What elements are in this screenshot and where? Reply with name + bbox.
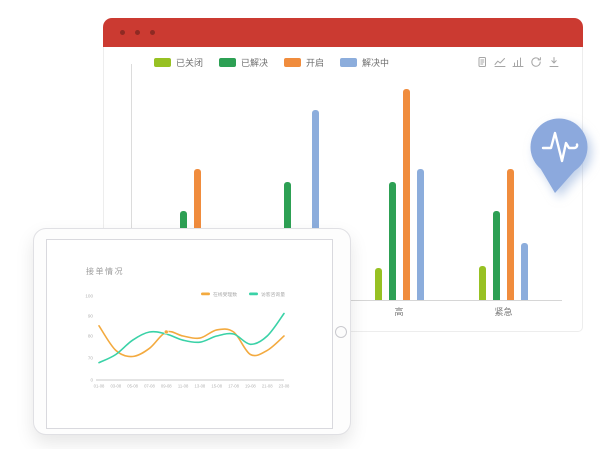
tablet-x-tick-label: 15-08 (211, 384, 222, 389)
line-marker-dot[interactable] (164, 330, 168, 334)
tablet-device: 接单情况在线受理数 访客咨询量 100 90 80 70 001-08 03-08 05-08 0… (33, 228, 351, 435)
home-button-icon[interactable] (335, 326, 347, 338)
bar-开启-高[interactable] (403, 89, 410, 300)
tablet-x-tick-label: 07-08 (144, 384, 155, 389)
tablet-legend-swatch[interactable] (249, 293, 258, 296)
x-axis-category-label: 高 (379, 305, 419, 318)
window-titlebar[interactable] (103, 18, 583, 47)
tablet-x-tick-label: 23-08 (279, 384, 290, 389)
pin-shape (531, 119, 588, 194)
window-dot-3[interactable] (150, 30, 155, 35)
tablet-y-tick-label: 100 (85, 294, 93, 299)
tablet-x-tick-label: 03-08 (110, 384, 121, 389)
window-dot-1[interactable] (120, 30, 125, 35)
tablet-x-tick-label: 05-08 (127, 384, 138, 389)
tablet-screen: 接单情况在线受理数 访客咨询量 100 90 80 70 001-08 03-08 05-08 0… (46, 239, 333, 429)
tablet-x-tick-label: 13-08 (195, 384, 206, 389)
bar-开启-紧急[interactable] (507, 169, 514, 300)
tablet-x-tick-label: 11-08 (178, 384, 189, 389)
tablet-y-tick-label: 0 (90, 378, 93, 383)
window-dot-2[interactable] (135, 30, 140, 35)
tablet-y-tick-label: 70 (88, 356, 94, 361)
bar-已解决-高[interactable] (389, 182, 396, 300)
tablet-chart-svg: 接单情况在线受理数 访客咨询量 100 90 80 70 001-08 03-08 05-08 0… (47, 240, 332, 428)
tablet-chart-title: 接单情况 (86, 266, 124, 276)
bar-已关闭-紧急[interactable] (479, 266, 486, 300)
tablet-x-tick-label: 21-08 (262, 384, 273, 389)
tablet-x-tick-label: 09-08 (161, 384, 172, 389)
bar-解决中-高[interactable] (417, 169, 424, 300)
tablet-y-tick-label: 80 (88, 334, 94, 339)
tablet-legend-label[interactable]: 访客咨询量 (261, 291, 285, 298)
tablet-legend-swatch[interactable] (201, 293, 210, 296)
tablet-x-tick-label: 01-08 (94, 384, 105, 389)
tablet-legend-label[interactable]: 在线受理数 (213, 291, 237, 298)
tablet-x-tick-label: 17-08 (228, 384, 239, 389)
tablet-y-tick-label: 90 (88, 314, 94, 319)
bar-解决中-紧急[interactable] (521, 243, 528, 300)
tablet-x-tick-label: 19-08 (245, 384, 256, 389)
bar-已关闭-高[interactable] (375, 268, 382, 300)
bar-已解决-紧急[interactable] (493, 211, 500, 300)
x-axis-category-label: 紧急 (484, 305, 524, 318)
location-pin[interactable] (525, 114, 597, 200)
